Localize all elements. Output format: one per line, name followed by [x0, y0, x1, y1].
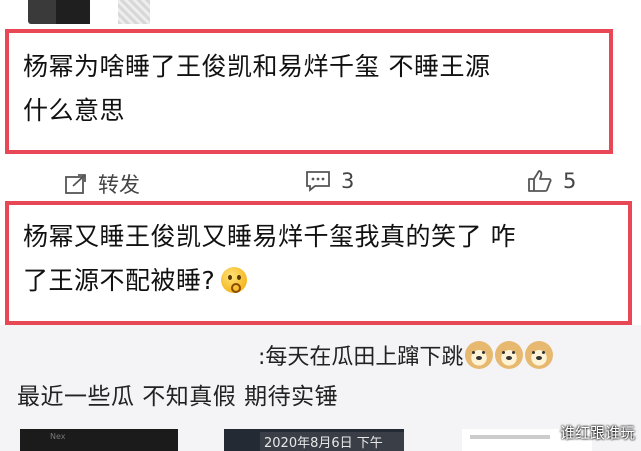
- comment-body: 最近一些瓜 不知真假 期待实锤: [17, 384, 339, 410]
- post-1-line-2: 什么意思: [23, 96, 126, 125]
- post-2-line-2: 了王源不配被睡?: [23, 266, 216, 295]
- share-icon: [65, 174, 86, 194]
- post-2-line-1: 杨幂又睡王俊凯又睡易烊千玺我真的笑了 咋: [23, 222, 516, 251]
- comment-count: 3: [341, 169, 355, 193]
- cropped-image-thumbnail-2[interactable]: [56, 0, 90, 24]
- like-icon: [528, 170, 552, 192]
- like-count: 5: [563, 169, 577, 193]
- share-button[interactable]: 转发: [64, 169, 140, 199]
- top-cropped-strip: [0, 0, 641, 26]
- watermark: 谁红跟谁玩: [559, 424, 635, 442]
- comment-icon: [306, 171, 330, 192]
- post-1-text: 杨幂为啥睡了王俊凯和易烊千玺 不睡王源 什么意思: [23, 45, 613, 133]
- image-thumbnail[interactable]: 2020年8月6日 下午2:42: [224, 429, 404, 451]
- post-action-bar: 转发 3 5: [0, 165, 641, 201]
- post-1-line-1: 杨幂为啥睡了王俊凯和易烊千玺 不睡王源: [23, 52, 491, 81]
- cropped-image-thumbnail-3[interactable]: [118, 0, 150, 24]
- post-2-line-2-wrap: 了王源不配被睡?: [23, 259, 623, 303]
- highlighted-post-2: 杨幂又睡王俊凯又睡易烊千玺我真的笑了 咋 了王源不配被睡?: [5, 201, 632, 325]
- doge-emoji-icon: [495, 341, 524, 369]
- surprised-emoji-icon: [221, 267, 248, 293]
- comment-section: :每天在瓜田上蹿下跳 最近一些瓜 不知真假 期待实锤 Nex 2020年8月6日…: [0, 325, 641, 451]
- like-button[interactable]: 5: [527, 169, 576, 193]
- comment-user-line[interactable]: :每天在瓜田上蹿下跳: [258, 339, 554, 371]
- image-thumbnail-row: Nex 2020年8月6日 下午2:42: [0, 429, 641, 451]
- share-label: 转发: [98, 173, 140, 197]
- thumbnail-date-stamp: 2020年8月6日 下午2:42: [260, 432, 404, 451]
- doge-emoji-icon: [525, 341, 554, 369]
- thumbnail-caption: Nex: [50, 432, 66, 441]
- doge-emoji-icon: [465, 341, 494, 369]
- highlighted-post-1: 杨幂为啥睡了王俊凯和易烊千玺 不睡王源 什么意思: [5, 29, 613, 154]
- thumbnail-text-line: [470, 435, 550, 439]
- comment-username[interactable]: :每天在瓜田上蹿下跳: [258, 339, 463, 371]
- post-2-text: 杨幂又睡王俊凯又睡易烊千玺我真的笑了 咋 了王源不配被睡?: [23, 215, 623, 303]
- comment-button[interactable]: 3: [305, 169, 354, 193]
- image-thumbnail[interactable]: Nex: [20, 429, 178, 451]
